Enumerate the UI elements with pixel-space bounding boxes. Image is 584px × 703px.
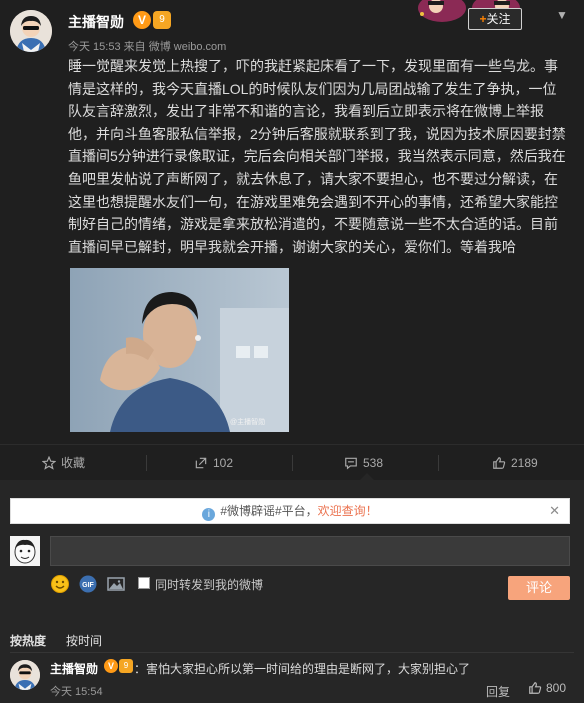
level-badge-icon: 9	[153, 11, 171, 29]
repost-checkbox[interactable]	[138, 577, 150, 589]
comment-pointer	[360, 473, 374, 480]
verified-icon: V	[133, 11, 151, 29]
repost-icon	[195, 457, 207, 469]
reply-button[interactable]: 回复	[486, 683, 510, 700]
follow-label: 关注	[486, 12, 511, 26]
verified-icon: V	[104, 659, 118, 673]
comment-author-name[interactable]: 主播智勋	[50, 660, 98, 677]
info-icon: i	[202, 508, 216, 521]
author-name[interactable]: 主播智勋	[68, 12, 124, 32]
tab-sort-time[interactable]: 按时间	[66, 632, 102, 649]
divider	[292, 455, 293, 471]
comment-text: ：害怕大家担心所以第一时间给的理由是断网了，大家别担心了	[134, 662, 471, 676]
image-icon[interactable]	[106, 574, 126, 594]
comment-like-count: 800	[546, 681, 567, 695]
comment-icon	[345, 457, 357, 470]
like-count: 2189	[511, 456, 538, 470]
divider	[438, 455, 439, 471]
divider	[146, 455, 147, 471]
divider	[10, 652, 574, 653]
thumbs-up-icon	[529, 682, 542, 694]
favorite-label: 收藏	[61, 456, 86, 470]
image-watermark: @主播智勋	[230, 417, 265, 426]
repost-button[interactable]: 102	[194, 445, 233, 481]
repost-checkbox-label[interactable]: 同时转发到我的微博	[155, 576, 263, 593]
chevron-down-icon[interactable]: ▼	[556, 8, 568, 22]
post-header: 主播智勋 V 9 今天 15:53 来自 微博 weibo.com +关注 ▼	[0, 0, 584, 60]
rumor-notice-bar: i #微博辟谣#平台，欢迎查询！ ✕	[10, 498, 570, 524]
comment-author-avatar[interactable]	[10, 660, 40, 690]
notice-link[interactable]: 欢迎查询！	[318, 504, 378, 518]
author-avatar[interactable]	[10, 10, 52, 52]
emoji-icon[interactable]	[50, 574, 70, 594]
plus-icon: +	[479, 12, 487, 26]
post-text: 睡一觉醒来发觉上热搜了，吓的我赶紧起床看了一下，发现里面有一些乌龙。事情是这样的…	[68, 58, 566, 255]
post-image[interactable]: @主播智勋	[70, 268, 289, 432]
my-avatar[interactable]	[10, 536, 40, 566]
post-meta: 今天 15:53 来自 微博 weibo.com	[68, 41, 227, 53]
notice-text[interactable]: #微博辟谣#平台，	[220, 504, 317, 518]
comment-like-button[interactable]: 800	[528, 681, 566, 695]
svg-text:GIF: GIF	[82, 582, 94, 589]
star-icon	[41, 455, 57, 470]
submit-comment-button[interactable]: 评论	[508, 576, 570, 600]
thumbs-up-icon	[493, 457, 506, 469]
gif-icon[interactable]: GIF	[78, 574, 98, 594]
like-button[interactable]: 2189	[492, 445, 538, 481]
follow-button[interactable]: +关注	[468, 8, 522, 30]
action-bar: 收藏 102 538 2189	[0, 444, 584, 480]
level-badge-icon: 9	[119, 659, 133, 673]
comment-input[interactable]	[50, 536, 570, 566]
tab-sort-hot[interactable]: 按热度	[10, 632, 46, 649]
comment-count: 538	[363, 456, 384, 470]
comment-time: 今天 15:54	[50, 686, 103, 698]
repost-count: 102	[213, 456, 234, 470]
favorite-button[interactable]: 收藏	[41, 445, 86, 481]
close-icon[interactable]: ✕	[549, 499, 560, 523]
